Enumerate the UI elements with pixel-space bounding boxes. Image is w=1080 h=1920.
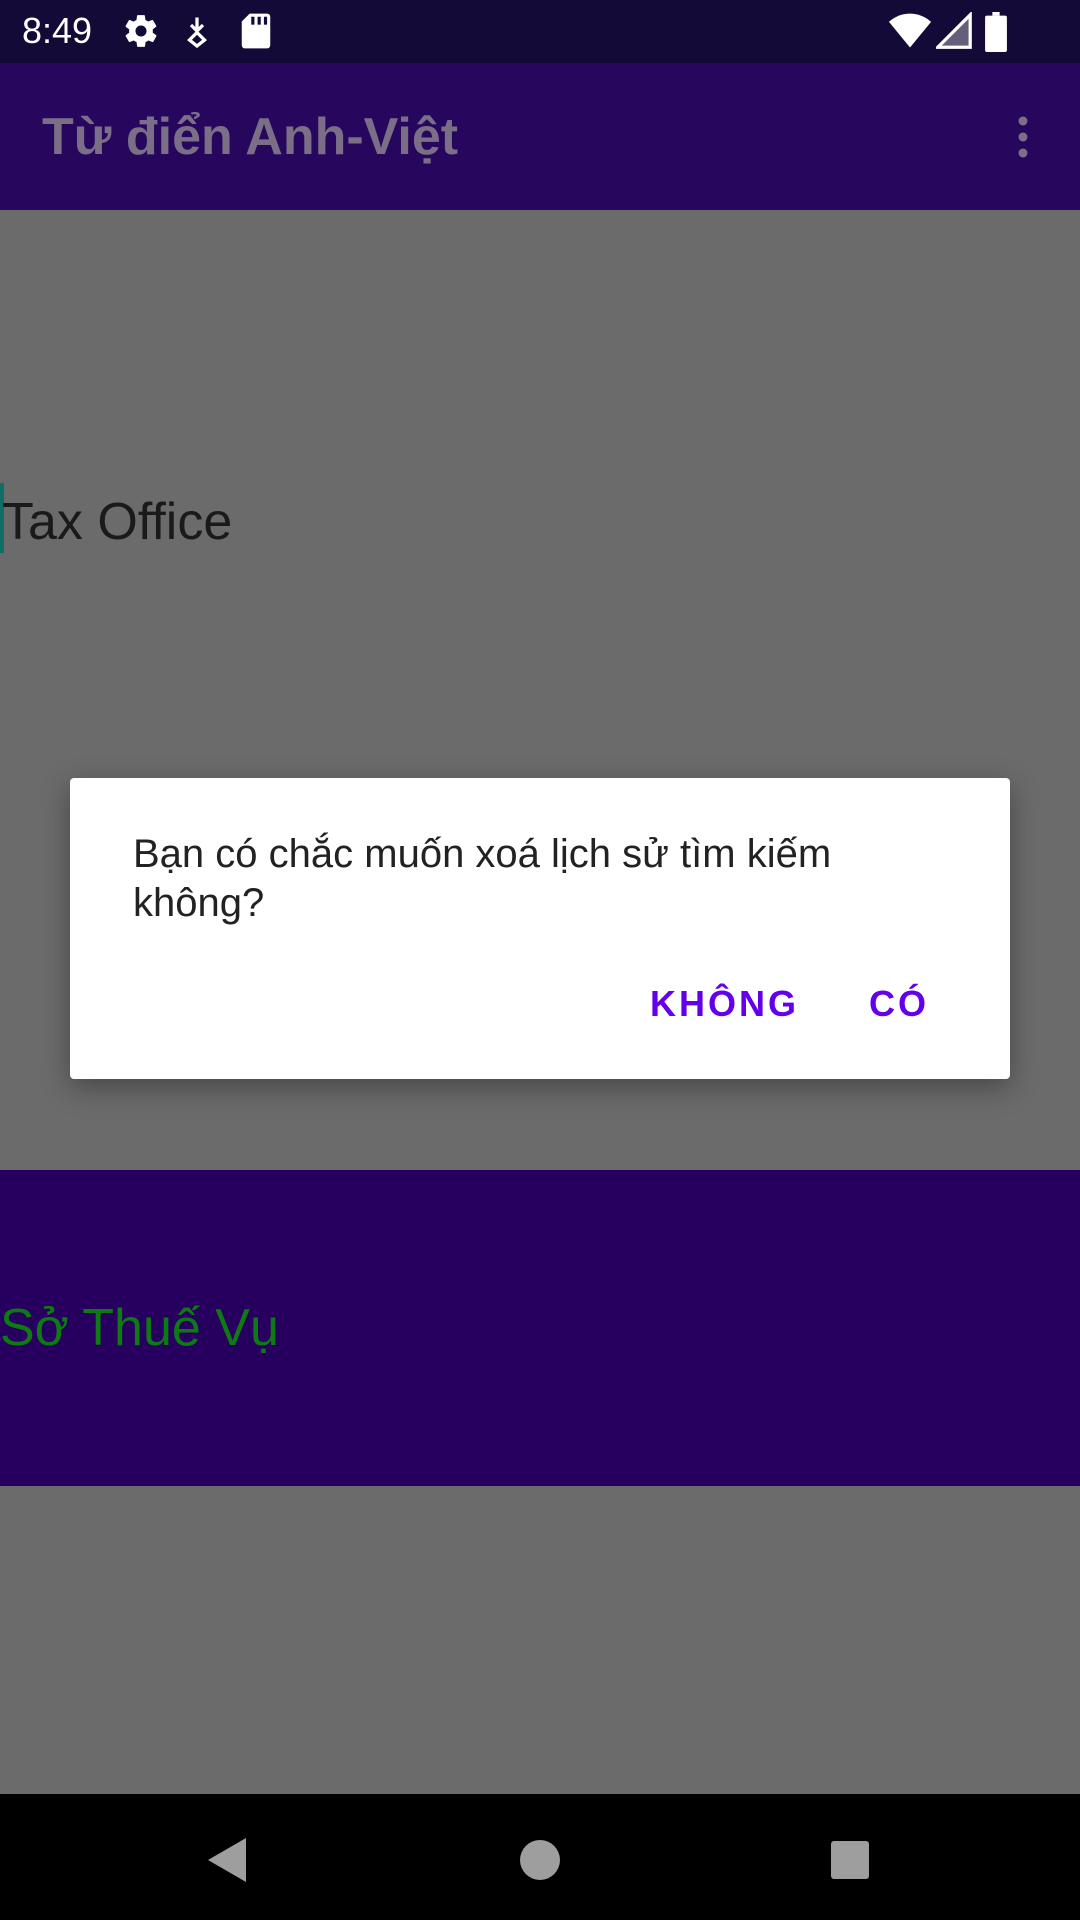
overflow-menu-icon[interactable] bbox=[1005, 113, 1041, 161]
app-title: Từ điển Anh-Việt bbox=[42, 108, 459, 166]
status-time: 8:49 bbox=[22, 10, 93, 51]
navigation-bar bbox=[0, 1794, 1080, 1920]
translation-panel: Sở Thuế Vụ bbox=[0, 1170, 1080, 1486]
dialog-message: Bạn có chắc muốn xoá lịch sử tìm kiếm kh… bbox=[133, 832, 832, 925]
yes-button[interactable]: CÓ bbox=[869, 982, 929, 1026]
source-word-input[interactable]: Tax Office bbox=[2, 492, 232, 552]
home-icon[interactable] bbox=[510, 1830, 570, 1890]
signal-icon bbox=[936, 12, 972, 49]
settings-icon bbox=[125, 15, 157, 47]
recents-icon[interactable] bbox=[820, 1830, 880, 1890]
download-icon bbox=[187, 17, 207, 49]
confirm-clear-history-dialog: Bạn có chắc muốn xoá lịch sử tìm kiếm kh… bbox=[70, 778, 1010, 1079]
app-bar: Từ điển Anh-Việt bbox=[0, 63, 1080, 210]
no-button[interactable]: KHÔNG bbox=[650, 982, 799, 1026]
status-bar: 8:49 bbox=[0, 0, 1080, 63]
translation-text: Sở Thuế Vụ bbox=[0, 1299, 279, 1357]
wifi-icon bbox=[888, 13, 932, 48]
sd-card-icon bbox=[241, 13, 271, 49]
back-icon[interactable] bbox=[196, 1830, 256, 1890]
battery-icon bbox=[985, 12, 1007, 52]
